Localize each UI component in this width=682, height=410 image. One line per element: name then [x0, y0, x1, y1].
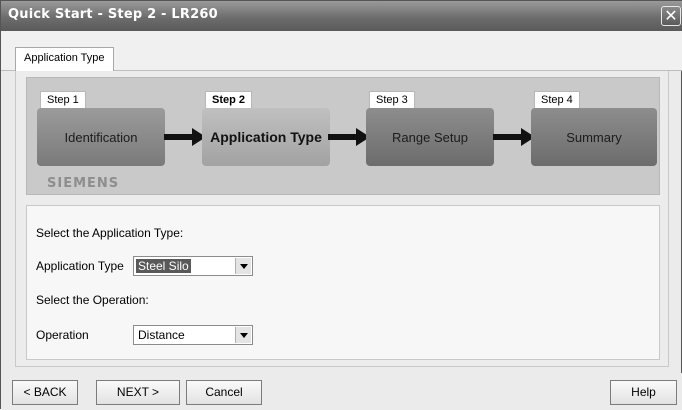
next-button[interactable]: NEXT > — [96, 380, 180, 405]
step-3-name: Range Setup — [392, 129, 468, 145]
step-2-name: Application Type — [210, 129, 322, 145]
arrow-right-icon — [328, 128, 370, 146]
application-type-prompt: Select the Application Type: — [36, 226, 184, 240]
step-4-name: Summary — [566, 129, 622, 145]
help-button[interactable]: Help — [610, 380, 677, 405]
operation-prompt: Select the Operation: — [36, 293, 149, 307]
quick-start-dialog: Quick Start - Step 2 - LR260 ✕ Applicati… — [0, 0, 682, 410]
chevron-down-icon[interactable] — [235, 327, 251, 343]
application-type-value: Steel Silo — [136, 259, 191, 273]
step-2-application-type: Application Type — [202, 108, 330, 166]
application-type-label: Application Type — [36, 259, 124, 273]
cancel-button[interactable]: Cancel — [186, 380, 262, 405]
chevron-down-icon[interactable] — [235, 258, 251, 274]
button-bar: < BACK NEXT > Cancel Help — [1, 373, 682, 410]
back-button[interactable]: < BACK — [12, 380, 78, 405]
application-type-select[interactable]: Steel Silo — [133, 256, 253, 276]
close-icon[interactable]: ✕ — [661, 6, 681, 26]
operation-label: Operation — [36, 328, 89, 342]
arrow-right-icon — [493, 128, 535, 146]
step-1-name: Identification — [64, 129, 138, 145]
title-bar: Quick Start - Step 2 - LR260 ✕ — [1, 1, 682, 31]
operation-select[interactable]: Distance — [133, 325, 253, 345]
tab-strip: Application Type — [1, 31, 682, 71]
wizard-steps: Step 1 Identification Step 2 Application… — [26, 77, 660, 195]
tab-application-type[interactable]: Application Type — [15, 47, 114, 71]
tab-panel: Step 1 Identification Step 2 Application… — [15, 71, 669, 367]
application-options: Select the Application Type: Application… — [26, 205, 660, 360]
operation-value: Distance — [138, 328, 185, 342]
window-title: Quick Start - Step 2 - LR260 — [8, 7, 218, 22]
step-3-range-setup: Range Setup — [366, 108, 494, 166]
arrow-right-icon — [164, 128, 206, 146]
step-4-summary: Summary — [531, 108, 657, 166]
siemens-logo: SIEMENS — [47, 176, 120, 191]
step-1-identification: Identification — [37, 108, 165, 166]
